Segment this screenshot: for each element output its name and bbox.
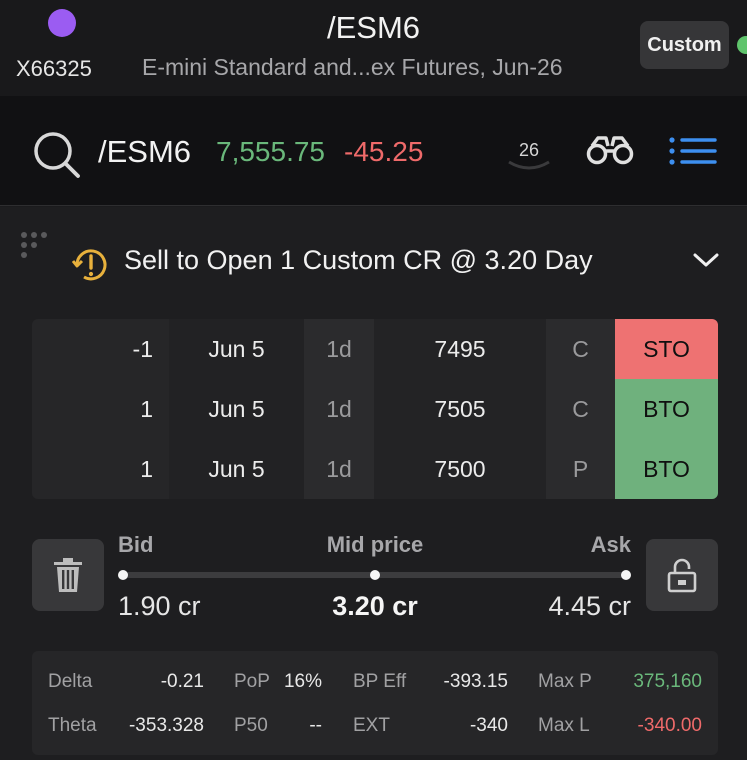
leg-expiration[interactable]: Jun 5 [169, 319, 304, 379]
trash-icon [54, 558, 82, 592]
leg-action-badge[interactable]: BTO [615, 439, 718, 499]
leg-strike[interactable]: 7495 [374, 319, 546, 379]
p50-value: -- [309, 715, 322, 736]
ext-label: EXT [353, 715, 390, 736]
chevron-down-icon[interactable] [692, 251, 720, 269]
leg-quantity[interactable]: 1 [32, 379, 169, 439]
bid-label: Bid [118, 532, 154, 557]
symbol-description: E-mini Standard and...ex Futures, Jun-26 [142, 54, 563, 80]
theta-value: -353.328 [128, 715, 204, 736]
bp-effect-label: BP Eff [353, 671, 407, 692]
leg-strike[interactable]: 7505 [374, 379, 546, 439]
custom-strategy-button[interactable]: Custom [640, 21, 729, 69]
pop-value: 16% [283, 671, 322, 692]
max-loss-value: -340.00 [637, 715, 702, 736]
bp-effect-value: -393.15 [443, 671, 508, 692]
quote-symbol[interactable]: /ESM6 [98, 134, 191, 170]
order-panel: Sell to Open 1 Custom CR @ 3.20 Day -1 J… [0, 207, 747, 760]
leg-expiration[interactable]: Jun 5 [169, 379, 304, 439]
delta-value: -0.21 [160, 671, 204, 692]
leg-days-to-expiration: 1d [304, 319, 374, 379]
delete-order-button[interactable] [32, 539, 104, 611]
price-slider-handle[interactable] [370, 570, 380, 580]
bid-marker[interactable] [118, 570, 128, 580]
leg-action-badge[interactable]: STO [615, 319, 718, 379]
order-summary: Sell to Open 1 Custom CR @ 3.20 Day [124, 245, 593, 275]
ask-price: 4.45 cr [548, 591, 631, 621]
net-change: -45.25 [344, 136, 424, 167]
table-row[interactable]: -1 Jun 5 1d 7495 C STO [32, 319, 718, 379]
binoculars-icon[interactable] [586, 134, 634, 166]
leg-days-to-expiration: 1d [304, 439, 374, 499]
leg-option-type[interactable]: C [546, 379, 615, 439]
calendar-button[interactable]: 26 [505, 130, 553, 174]
account-number[interactable]: X66325 [16, 56, 92, 82]
leg-option-type[interactable]: P [546, 439, 615, 499]
ext-value: -340 [469, 715, 508, 736]
order-header: X66325 /ESM6 E-mini Standard and...ex Fu… [0, 0, 747, 96]
delta-label: Delta [48, 671, 93, 692]
leg-strike[interactable]: 7500 [374, 439, 546, 499]
limit-price[interactable]: 3.20 cr [275, 591, 475, 622]
leg-option-type[interactable]: C [546, 319, 615, 379]
max-loss-label: Max L [538, 715, 590, 736]
leg-expiration[interactable]: Jun 5 [169, 439, 304, 499]
leg-days-to-expiration: 1d [304, 379, 374, 439]
leg-quantity[interactable]: -1 [32, 319, 169, 379]
order-legs-table: -1 Jun 5 1d 7495 C STO 1 Jun 5 1d 7505 C… [32, 319, 718, 499]
table-row[interactable]: 1 Jun 5 1d 7505 C BTO [32, 379, 718, 439]
max-profit-label: Max P [538, 671, 592, 692]
list-icon[interactable] [669, 136, 717, 166]
price-lock-button[interactable] [646, 539, 718, 611]
leg-action-badge[interactable]: BTO [615, 379, 718, 439]
mid-price-label: Mid price [326, 532, 424, 557]
theta-label: Theta [48, 715, 97, 736]
leg-quantity[interactable]: 1 [32, 439, 169, 499]
last-price: 7,555.75 [216, 136, 325, 167]
p50-label: P50 [234, 715, 268, 736]
bid-price: 1.90 cr [118, 591, 201, 621]
unlock-icon [667, 558, 697, 593]
ask-label: Ask [590, 532, 631, 557]
table-row[interactable]: 1 Jun 5 1d 7500 P BTO [32, 439, 718, 499]
calendar-day: 26 [518, 140, 540, 160]
drag-handle-icon[interactable] [20, 231, 50, 261]
order-status-icon [72, 249, 107, 281]
quote-bar: /ESM6 7,555.75 -45.25 26 [0, 96, 747, 206]
search-icon[interactable] [32, 130, 82, 180]
order-stats-panel: Delta -0.21 PoP 16% BP Eff -393.15 Max P… [32, 651, 718, 755]
ask-marker[interactable] [621, 570, 631, 580]
pop-label: PoP [234, 671, 270, 692]
status-dot [737, 36, 747, 54]
max-profit-value: 375,160 [633, 671, 702, 692]
page-title: /ESM6 [326, 10, 421, 45]
